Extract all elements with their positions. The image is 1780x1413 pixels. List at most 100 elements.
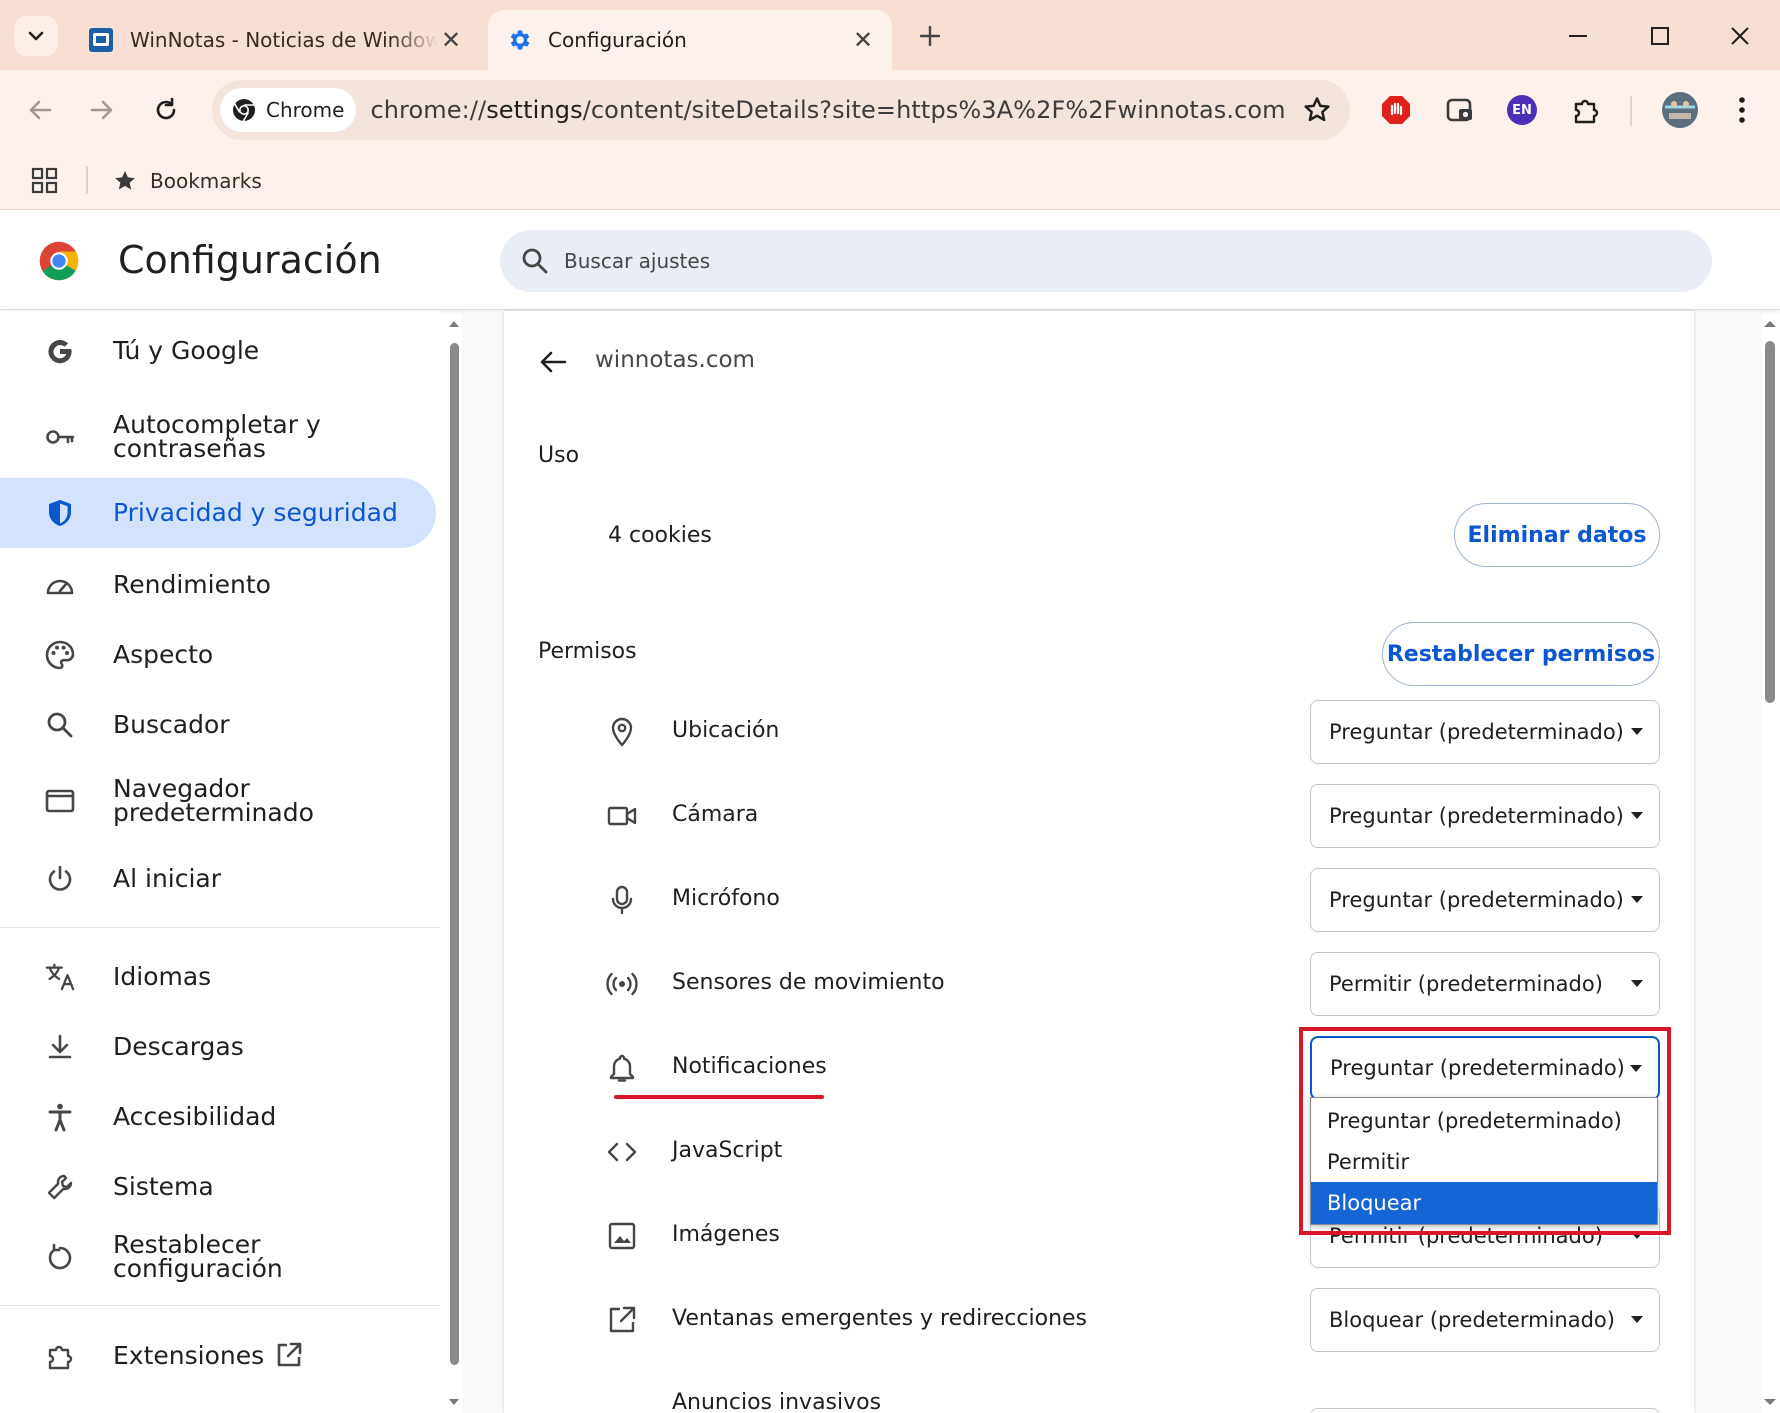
adblock-extension-button[interactable] <box>1376 90 1416 130</box>
tab-configuracion[interactable]: Configuración ✕ <box>488 10 892 70</box>
motion-sensors-permission-select[interactable]: Permitir (predeterminado) <box>1310 952 1660 1016</box>
key-icon <box>44 421 76 453</box>
delete-data-button[interactable]: Eliminar datos <box>1454 503 1660 567</box>
camera-permission-select[interactable]: Preguntar (predeterminado) <box>1310 784 1660 848</box>
bookmarks-folder[interactable]: Bookmarks <box>112 162 262 200</box>
external-link-icon <box>609 1306 636 1333</box>
puzzle-icon <box>44 1340 76 1372</box>
screen-capture-extension-button[interactable] <box>1440 90 1480 130</box>
language-extension-button[interactable]: EN <box>1502 90 1542 130</box>
url-host: settings <box>486 96 583 124</box>
bookmarks-label: Bookmarks <box>150 169 262 193</box>
forward-button[interactable] <box>80 88 124 132</box>
sidebar-item-reset[interactable]: Restablecer configuración <box>0 1231 436 1283</box>
avatar-icon <box>1662 92 1698 128</box>
external-link-icon <box>274 1340 304 1370</box>
palette-icon <box>44 639 76 671</box>
sidebar-item-accessibility[interactable]: Accesibilidad <box>0 1091 436 1143</box>
bookmarks-bar: Bookmarks <box>0 152 1780 210</box>
reset-icon <box>44 1241 76 1273</box>
select-value: Preguntar (predeterminado) <box>1329 804 1624 828</box>
sidebar-item-downloads[interactable]: Descargas <box>0 1021 436 1073</box>
sidebar-item-autofill[interactable]: Autocompletar y contraseñas <box>0 407 436 467</box>
back-arrow-icon[interactable] <box>536 345 570 379</box>
permission-label: Micrófono <box>672 886 780 911</box>
reload-button[interactable] <box>144 88 188 132</box>
sidebar-item-search-engine[interactable]: Buscador <box>0 699 436 751</box>
toolbar-separator <box>1630 96 1632 126</box>
camera-icon <box>607 806 637 826</box>
reset-permissions-button[interactable]: Restablecer permisos <box>1382 622 1660 686</box>
apps-grid-icon[interactable] <box>30 166 60 196</box>
minimize-button[interactable] <box>1550 12 1606 60</box>
sidebar-item-extensions[interactable]: Extensiones <box>0 1330 436 1382</box>
bookmark-star-icon[interactable] <box>1302 95 1332 125</box>
site-details-card: winnotas.com Uso 4 cookies Eliminar dato… <box>504 311 1694 1413</box>
location-permission-select[interactable]: Preguntar (predeterminado) <box>1310 700 1660 764</box>
chrome-logo-icon <box>39 241 79 281</box>
close-window-button[interactable] <box>1712 12 1768 60</box>
sidebar-divider <box>0 927 440 928</box>
image-icon <box>608 1222 636 1250</box>
select-value: Preguntar (predeterminado) <box>1329 720 1624 744</box>
dropdown-caret-icon <box>1631 980 1643 987</box>
chrome-menu-button[interactable] <box>1722 90 1762 130</box>
site-info-chip[interactable]: Chrome <box>220 88 357 132</box>
wrench-icon <box>44 1171 76 1203</box>
main-scrollbar[interactable] <box>1760 311 1780 1413</box>
site-name: winnotas.com <box>595 347 755 373</box>
tab-search-button[interactable] <box>14 16 58 56</box>
permission-row-camera: Cámara Preguntar (predeterminado) <box>504 784 1694 848</box>
google-g-icon <box>44 335 76 367</box>
sidebar-scrollbar[interactable] <box>446 311 462 1413</box>
location-pin-icon <box>611 717 633 747</box>
address-bar[interactable]: Chrome chrome://settings/content/siteDet… <box>212 80 1350 140</box>
intrusive-ads-permission-select[interactable] <box>1310 1408 1660 1413</box>
permission-row-motion-sensors: Sensores de movimiento Permitir (predete… <box>504 952 1694 1016</box>
settings-search-input[interactable]: Buscar ajustes <box>500 230 1712 292</box>
sidebar-item-on-startup[interactable]: Al iniciar <box>0 853 436 905</box>
profile-avatar[interactable] <box>1660 90 1700 130</box>
permission-label: Sensores de movimiento <box>672 970 945 995</box>
maximize-button[interactable] <box>1632 12 1688 60</box>
sidebar-item-appearance[interactable]: Aspecto <box>0 629 436 681</box>
camera-capture-icon <box>1446 98 1472 122</box>
speedometer-icon <box>44 569 76 601</box>
accessibility-icon <box>44 1101 76 1133</box>
back-button[interactable] <box>18 88 62 132</box>
translate-icon <box>44 961 76 993</box>
sidebar-item-label: Al iniciar <box>113 864 222 893</box>
language-badge: EN <box>1507 95 1537 125</box>
tab-winnotas[interactable]: WinNotas - Noticias de Windows ✕ <box>70 10 480 70</box>
permission-label: Ventanas emergentes y redirecciones <box>672 1306 1088 1331</box>
sidebar-item-default-browser[interactable]: Navegador predeterminado <box>0 769 436 833</box>
sidebar-item-you-and-google[interactable]: Tú y Google <box>0 325 436 377</box>
sidebar-item-label: Navegador predeterminado <box>113 774 314 827</box>
new-tab-button[interactable] <box>912 18 948 54</box>
url-path: /content/siteDetails?site=https%3A%2F%2F… <box>582 96 1286 124</box>
back-arrow-icon <box>29 100 52 120</box>
forward-arrow-icon <box>90 100 113 120</box>
dropdown-caret-icon <box>1631 1316 1643 1323</box>
chrome-logo-icon <box>233 99 255 122</box>
sidebar-item-label: Autocompletar y contraseñas <box>113 410 321 463</box>
extensions-button[interactable] <box>1566 90 1606 130</box>
close-tab-icon[interactable]: ✕ <box>850 26 876 54</box>
settings-header: Configuración Buscar ajustes <box>0 210 1780 310</box>
sidebar-item-privacy[interactable]: Privacidad y seguridad <box>0 478 436 548</box>
sidebar-item-label: Extensiones <box>113 1341 265 1370</box>
sidebar-item-performance[interactable]: Rendimiento <box>0 559 436 611</box>
url-text[interactable]: chrome://settings/content/siteDetails?si… <box>370 96 1285 124</box>
sidebar-item-label: Restablecer configuración <box>113 1230 283 1283</box>
highlight-box <box>1299 1027 1671 1235</box>
microphone-permission-select[interactable]: Preguntar (predeterminado) <box>1310 868 1660 932</box>
sidebar-item-languages[interactable]: Idiomas <box>0 951 436 1003</box>
plus-icon <box>919 25 941 47</box>
close-tab-icon[interactable]: ✕ <box>438 26 464 54</box>
popups-permission-select[interactable]: Bloquear (predeterminado) <box>1310 1288 1660 1352</box>
sidebar-divider <box>0 1305 440 1306</box>
sidebar-item-system[interactable]: Sistema <box>0 1161 436 1213</box>
dropdown-caret-icon <box>1631 728 1643 735</box>
select-value: Permitir (predeterminado) <box>1329 972 1603 996</box>
search-placeholder: Buscar ajustes <box>564 249 711 273</box>
